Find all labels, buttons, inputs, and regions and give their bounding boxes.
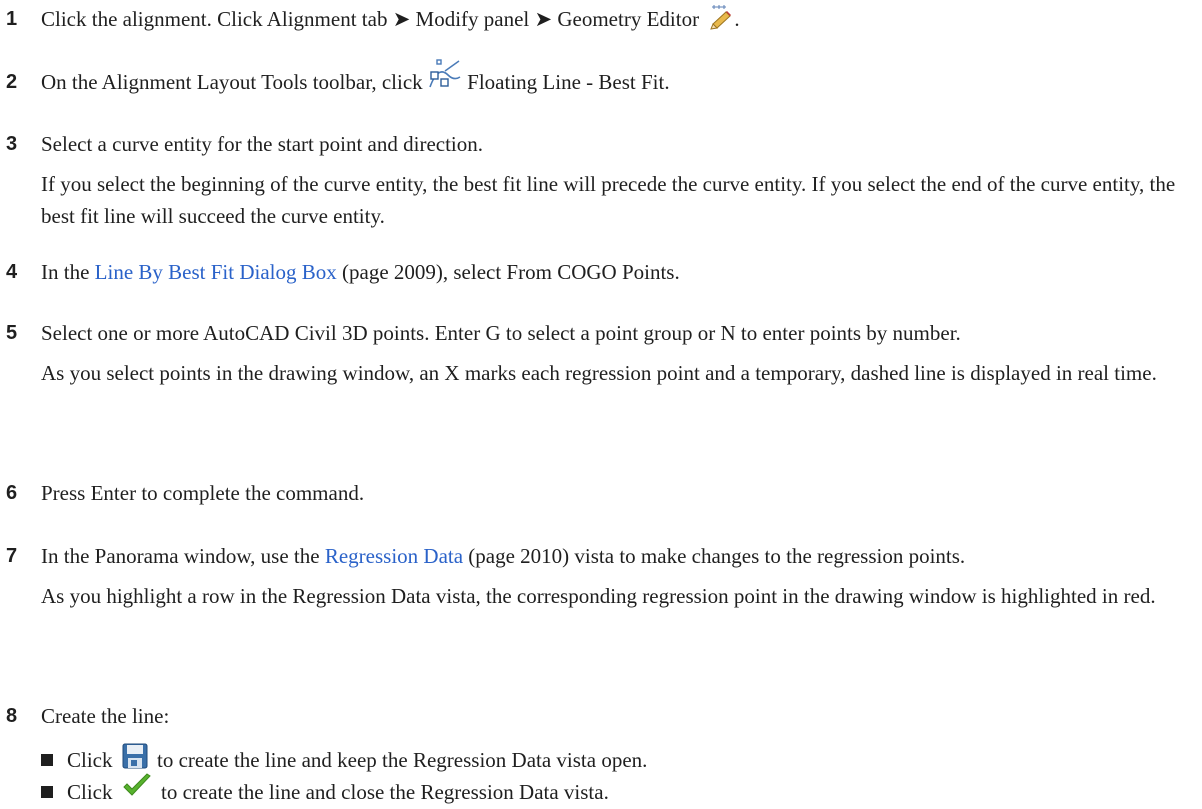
step-number: 1	[6, 8, 18, 30]
step-number: 5	[6, 322, 18, 344]
step-text-end: (page 2009), select From COGO Points.	[336, 260, 680, 284]
geometry-editor-pencil-icon	[704, 4, 734, 30]
step-number: 7	[6, 545, 18, 567]
step-text-end: .	[734, 7, 740, 31]
step-number: 2	[6, 71, 18, 93]
step-7: 7 In the Panorama window, use the Regres…	[6, 540, 1186, 612]
bullet-text-end: to create the line and keep the Regressi…	[151, 748, 648, 772]
step-number: 6	[6, 482, 18, 504]
step-text: Create the line:	[41, 704, 170, 728]
line-by-best-fit-link[interactable]: Line By Best Fit Dialog Box	[95, 260, 337, 284]
step-note: As you highlight a row in the Regression…	[41, 584, 1156, 608]
step-2: 2 On the Alignment Layout Tools toolbar,…	[6, 59, 1186, 99]
step-text: Press Enter to complete the command.	[41, 481, 365, 505]
step-text: In the	[41, 260, 95, 284]
step-text: Select one or more AutoCAD Civil 3D poin…	[41, 321, 961, 345]
bullet-marker	[41, 754, 53, 767]
bullet-item-check: Click to create the line and close the R…	[41, 773, 609, 808]
step-text-end: (page 2010) vista to make changes to the…	[463, 544, 966, 568]
step-5: 5 Select one or more AutoCAD Civil 3D po…	[6, 317, 1186, 389]
bullet-marker	[41, 786, 53, 799]
step-text: Select a curve entity for the start poin…	[41, 132, 484, 156]
step-4: 4 In the Line By Best Fit Dialog Box (pa…	[6, 256, 1186, 288]
document-page: 1 Click the alignment. Click Alignment t…	[0, 0, 1202, 809]
step-text: In the Panorama window, use the	[41, 544, 325, 568]
regression-data-link[interactable]: Regression Data	[325, 544, 463, 568]
step-3: 3 Select a curve entity for the start po…	[6, 128, 1186, 232]
step-8: 8 Create the line:	[6, 700, 1186, 732]
step-text-end: Floating Line - Best Fit.	[461, 70, 670, 94]
step-note: As you select points in the drawing wind…	[41, 361, 1157, 385]
step-6: 6 Press Enter to complete the command.	[6, 477, 1186, 509]
bullet-text: Click	[67, 780, 118, 804]
step-1: 1 Click the alignment. Click Alignment t…	[6, 3, 1186, 35]
green-checkmark-icon[interactable]	[122, 773, 152, 799]
step-number: 3	[6, 133, 18, 155]
step-note: If you select the beginning of the curve…	[41, 172, 1176, 228]
save-floppy-icon[interactable]	[122, 743, 148, 769]
bullet-text: Click	[67, 748, 118, 772]
floating-line-best-fit-icon[interactable]	[428, 59, 462, 89]
bullet-item-save: Click to create the line and keep the Re…	[41, 743, 648, 776]
step-text: On the Alignment Layout Tools toolbar, c…	[41, 70, 428, 94]
step-number: 4	[6, 261, 18, 283]
bullet-text-end: to create the line and close the Regress…	[155, 780, 609, 804]
step-text: Click the alignment. Click Alignment tab…	[41, 7, 705, 31]
step-number: 8	[6, 705, 18, 727]
